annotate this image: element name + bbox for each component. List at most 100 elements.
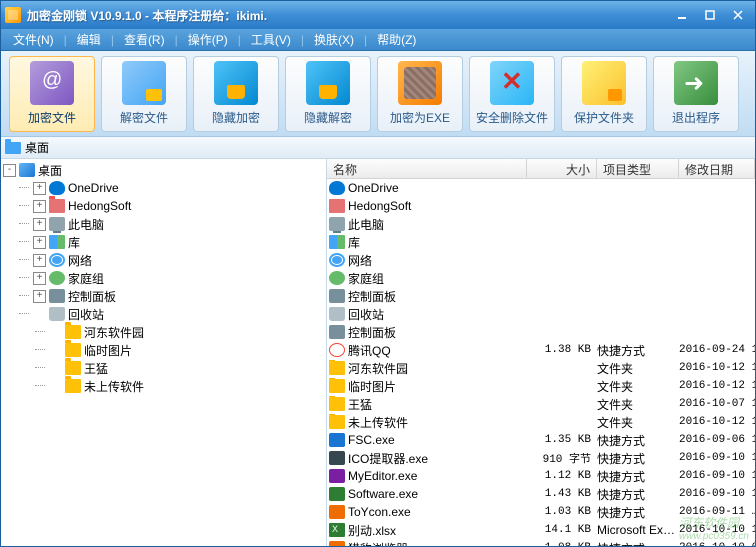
list-row[interactable]: 控制面板 xyxy=(327,323,755,341)
menu-item[interactable]: 文件(N) xyxy=(5,29,62,50)
tree-node[interactable]: 临时图片 xyxy=(3,341,324,359)
pathbar[interactable]: 桌面 xyxy=(1,137,755,159)
ctrl-icon xyxy=(329,325,345,339)
file-type: 文件夹 xyxy=(597,378,679,395)
file-type: Microsoft Ex… xyxy=(597,523,679,537)
file-name: 回收站 xyxy=(348,306,384,323)
menu-item[interactable]: 查看(R) xyxy=(116,29,173,50)
tool-encrypt-file[interactable]: 加密文件 xyxy=(9,56,95,132)
file-name: 腾讯QQ xyxy=(348,342,391,359)
menu-item[interactable]: 换肤(X) xyxy=(306,29,362,50)
tree-panel: -桌面+OneDrive+HedongSoft+此电脑+库+网络+家庭组+控制面… xyxy=(1,159,327,546)
maximize-button[interactable] xyxy=(697,6,723,24)
list-row[interactable]: 临时图片文件夹2016-10-12 1… xyxy=(327,377,755,395)
tool-label: 隐藏加密 xyxy=(212,109,260,126)
list-row[interactable]: 王猛文件夹2016-10-07 1… xyxy=(327,395,755,413)
list-row[interactable]: FSC.exe1.35 KB快捷方式2016-09-06 1… xyxy=(327,431,755,449)
tree-expander[interactable]: + xyxy=(33,218,46,231)
tree-node-label: 控制面板 xyxy=(68,288,116,305)
menu-item[interactable]: 操作(P) xyxy=(180,29,236,50)
col-header-size[interactable]: 大小 xyxy=(527,159,597,178)
tree-expander[interactable]: + xyxy=(33,236,46,249)
list-row[interactable]: 未上传软件文件夹2016-10-12 1… xyxy=(327,413,755,431)
tree-expander[interactable]: - xyxy=(3,164,16,177)
ctrl-icon xyxy=(49,289,65,303)
tree-node[interactable]: +库 xyxy=(3,233,324,251)
tree-node-label: 库 xyxy=(68,234,80,251)
list-row[interactable]: 猎豹浏览器1.08 KB快捷方式2016-10-10 0… xyxy=(327,539,755,546)
exe-dark-icon xyxy=(329,451,345,465)
tree-node[interactable]: +家庭组 xyxy=(3,269,324,287)
path-text: 桌面 xyxy=(25,139,49,156)
tree-node[interactable]: 未上传软件 xyxy=(3,377,324,395)
file-name: 未上传软件 xyxy=(348,414,408,431)
recycle-icon xyxy=(329,307,345,321)
tool-exit[interactable]: 退出程序 xyxy=(653,56,739,132)
menubar: 文件(N)|编辑|查看(R)|操作(P)|工具(V)|换肤(X)|帮助(Z) xyxy=(1,29,755,51)
tree-node[interactable]: +HedongSoft xyxy=(3,197,324,215)
list-row[interactable]: ICO提取器.exe910 字节快捷方式2016-09-10 1… xyxy=(327,449,755,467)
list-row[interactable]: 别动.xlsx14.1 KBMicrosoft Ex…2016-10-10 1… xyxy=(327,521,755,539)
tree-node[interactable]: +OneDrive xyxy=(3,179,324,197)
tree-node[interactable]: + 网络 xyxy=(3,251,324,269)
file-type: 文件夹 xyxy=(597,396,679,413)
list-row[interactable]: 家庭组 xyxy=(327,269,755,287)
file-date: 2016-09-10 1… xyxy=(679,452,755,464)
exe-orange-icon xyxy=(329,541,345,546)
tree-node[interactable]: + 控制面板 xyxy=(3,287,324,305)
file-size: 1.38 KB xyxy=(527,344,597,356)
list-row[interactable]: 回收站 xyxy=(327,305,755,323)
lib-icon xyxy=(49,235,65,249)
tool-hide-decrypt[interactable]: 隐藏解密 xyxy=(285,56,371,132)
list-row[interactable]: OneDrive xyxy=(327,179,755,197)
menu-item[interactable]: 工具(V) xyxy=(243,29,299,50)
titlebar: 加密金刚锁 V10.9.1.0 - 本程序注册给：ikimi. xyxy=(1,1,755,29)
tool-protect-folder[interactable]: 保护文件夹 xyxy=(561,56,647,132)
list-row[interactable]: 河东软件园文件夹2016-10-12 1… xyxy=(327,359,755,377)
list-row[interactable]: MyEditor.exe1.12 KB快捷方式2016-09-10 1… xyxy=(327,467,755,485)
tree-node-label: 未上传软件 xyxy=(84,378,144,395)
tree-node[interactable]: 河东软件园 xyxy=(3,323,324,341)
file-name: 王猛 xyxy=(348,396,372,413)
tree-expander[interactable]: + xyxy=(33,200,46,213)
folder-icon xyxy=(65,325,81,339)
tool-encrypt-exe[interactable]: 加密为EXE xyxy=(377,56,463,132)
minimize-button[interactable] xyxy=(669,6,695,24)
tree-node[interactable]: -桌面 xyxy=(3,161,324,179)
tree-node-label: 网络 xyxy=(68,252,92,269)
tool-label: 退出程序 xyxy=(672,109,720,126)
col-header-date[interactable]: 修改日期 xyxy=(679,159,755,178)
file-date: 2016-09-24 1… xyxy=(679,344,755,356)
exit-icon xyxy=(674,61,718,105)
tool-safe-delete[interactable]: 安全删除文件 xyxy=(469,56,555,132)
list-row[interactable]: 网络 xyxy=(327,251,755,269)
tree-node[interactable]: +此电脑 xyxy=(3,215,324,233)
tree-node[interactable]: 王猛 xyxy=(3,359,324,377)
lib-icon xyxy=(329,235,345,249)
file-type: 快捷方式 xyxy=(597,468,679,485)
home-icon xyxy=(49,271,65,285)
close-button[interactable] xyxy=(725,6,751,24)
col-header-type[interactable]: 项目类型 xyxy=(597,159,679,178)
col-header-name[interactable]: 名称 xyxy=(327,159,527,178)
list-row[interactable]: 此电脑 xyxy=(327,215,755,233)
tool-hide-encrypt[interactable]: 隐藏加密 xyxy=(193,56,279,132)
list-row[interactable]: HedongSoft xyxy=(327,197,755,215)
list-row[interactable]: 库 xyxy=(327,233,755,251)
list-row[interactable]: Software.exe1.43 KB快捷方式2016-09-10 1… xyxy=(327,485,755,503)
tree-expander[interactable]: + xyxy=(33,272,46,285)
tree-expander[interactable]: + xyxy=(33,182,46,195)
tree-expander[interactable]: + xyxy=(33,254,46,267)
file-name: 库 xyxy=(348,234,360,251)
list-row[interactable]: 控制面板 xyxy=(327,287,755,305)
tool-decrypt-file[interactable]: 解密文件 xyxy=(101,56,187,132)
tree-node[interactable]: 回收站 xyxy=(3,305,324,323)
file-type: 快捷方式 xyxy=(597,450,679,467)
protect-folder-icon xyxy=(582,61,626,105)
list-row[interactable]: 腾讯QQ1.38 KB快捷方式2016-09-24 1… xyxy=(327,341,755,359)
file-type: 快捷方式 xyxy=(597,540,679,547)
tree-expander[interactable]: + xyxy=(33,290,46,303)
menu-item[interactable]: 编辑 xyxy=(69,29,109,50)
list-row[interactable]: ToYcon.exe1.03 KB快捷方式2016-09-11 … xyxy=(327,503,755,521)
menu-item[interactable]: 帮助(Z) xyxy=(369,29,424,50)
